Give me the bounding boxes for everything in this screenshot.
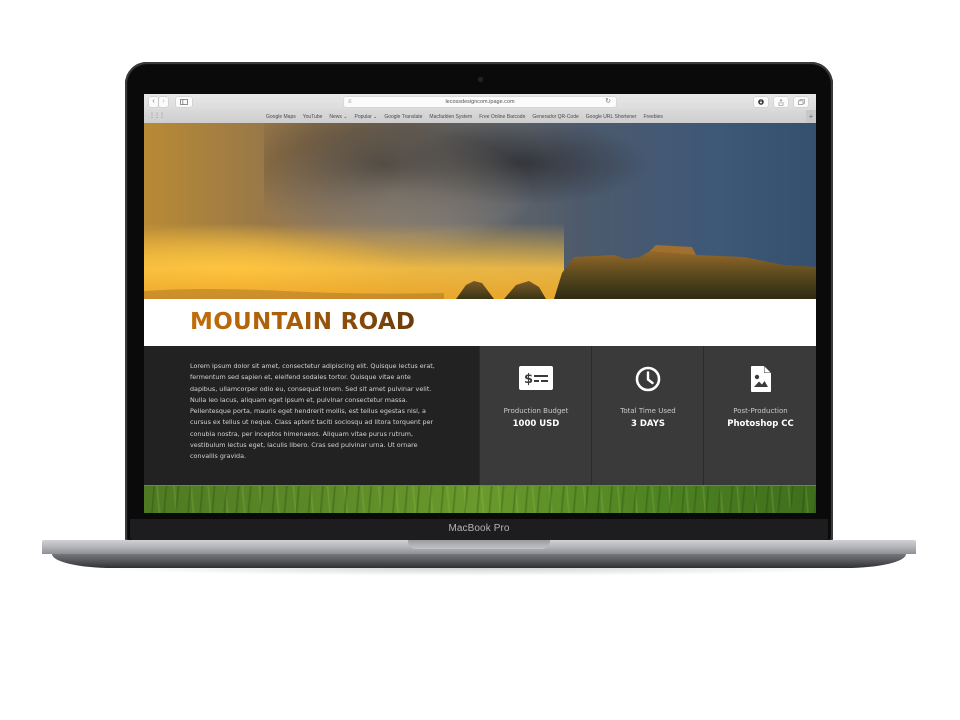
laptop-base-edge: [52, 554, 906, 568]
svg-text:$: $: [524, 372, 533, 387]
stat-production-budget: $ Production Budget 1000 USD: [479, 346, 592, 486]
stat-value: 1000 USD: [512, 419, 560, 429]
stat-post-production: Post-Production Photoshop CC: [703, 346, 816, 486]
grid-icon[interactable]: ⋮⋮⋮: [149, 113, 165, 120]
bookmark-popular[interactable]: Popular ⌄: [355, 114, 378, 120]
new-tab-button[interactable]: +: [806, 110, 816, 123]
sidebar-icon: [180, 99, 188, 105]
browser-window: ‹ › ≡ lecossdesigncom.ipage.com ↻ ⋮⋮⋮ Go…: [144, 94, 816, 513]
stat-value: 3 DAYS: [631, 419, 665, 429]
tabs-button[interactable]: [794, 97, 808, 107]
bezel-chin: MacBook Pro: [130, 519, 828, 540]
mountain-silhouette: [144, 245, 816, 299]
stat-total-time-used: Total Time Used 3 DAYS: [591, 346, 704, 486]
tabs-icon: [797, 99, 805, 105]
stat-label: Total Time Used: [620, 407, 676, 415]
reload-icon[interactable]: ↻: [605, 97, 611, 107]
chevron-left-icon: ‹: [152, 98, 155, 105]
stat-label: Post-Production: [733, 407, 788, 415]
chevron-right-icon: ›: [162, 98, 165, 105]
bookmark-google-maps[interactable]: Google Maps: [266, 114, 296, 120]
money-bill-icon: $: [519, 366, 553, 395]
download-icon: [758, 99, 764, 105]
grass-image: [144, 486, 816, 513]
address-bar[interactable]: ≡ lecossdesigncom.ipage.com ↻: [344, 97, 616, 107]
description-text: Lorem ipsum dolor sit amet, consectetur …: [190, 362, 435, 461]
title-band: MOUNTAIN ROAD: [144, 299, 816, 346]
stat-label: Production Budget: [503, 407, 569, 415]
bookmark-youtube[interactable]: YouTube: [303, 114, 323, 120]
lid-opening-notch: [408, 540, 550, 549]
back-button[interactable]: ‹: [149, 97, 158, 107]
hero-image: [144, 123, 816, 299]
content-section: Lorem ipsum dolor sit amet, consectetur …: [144, 346, 816, 486]
download-button[interactable]: [754, 97, 768, 107]
share-button[interactable]: [774, 97, 788, 107]
page-title: MOUNTAIN ROAD: [190, 309, 416, 335]
bookmarks-bar: ⋮⋮⋮ Google Maps YouTube News ⌄ Popular ⌄…: [144, 110, 816, 124]
image-file-icon: [750, 366, 771, 397]
stat-value: Photoshop CC: [727, 419, 794, 429]
bookmarks-list: Google Maps YouTube News ⌄ Popular ⌄ Goo…: [266, 110, 663, 123]
bookmark-google-translate[interactable]: Google Translate: [384, 114, 422, 120]
browser-toolbar: ‹ › ≡ lecossdesigncom.ipage.com ↻: [144, 94, 816, 111]
bookmark-freebies[interactable]: Freebies: [643, 114, 662, 120]
laptop-shadow: [90, 568, 870, 576]
sidebar-button[interactable]: [176, 97, 192, 107]
bookmark-google-url-shortener[interactable]: Google URL Shortener: [586, 114, 637, 120]
clock-icon: [635, 366, 661, 397]
url-text[interactable]: lecossdesigncom.ipage.com: [344, 97, 616, 107]
bookmark-news[interactable]: News ⌄: [329, 114, 347, 120]
bookmark-macfadden-system[interactable]: Macfadden System: [429, 114, 472, 120]
bookmark-generador-qr-code[interactable]: Generador QR-Code: [532, 114, 578, 120]
forward-button[interactable]: ›: [159, 97, 168, 107]
bookmark-free-online-barcode[interactable]: Free Online Barcode: [479, 114, 525, 120]
brand-label: MacBook Pro: [448, 523, 510, 534]
share-icon: [778, 98, 784, 106]
camera-icon: [478, 77, 483, 82]
